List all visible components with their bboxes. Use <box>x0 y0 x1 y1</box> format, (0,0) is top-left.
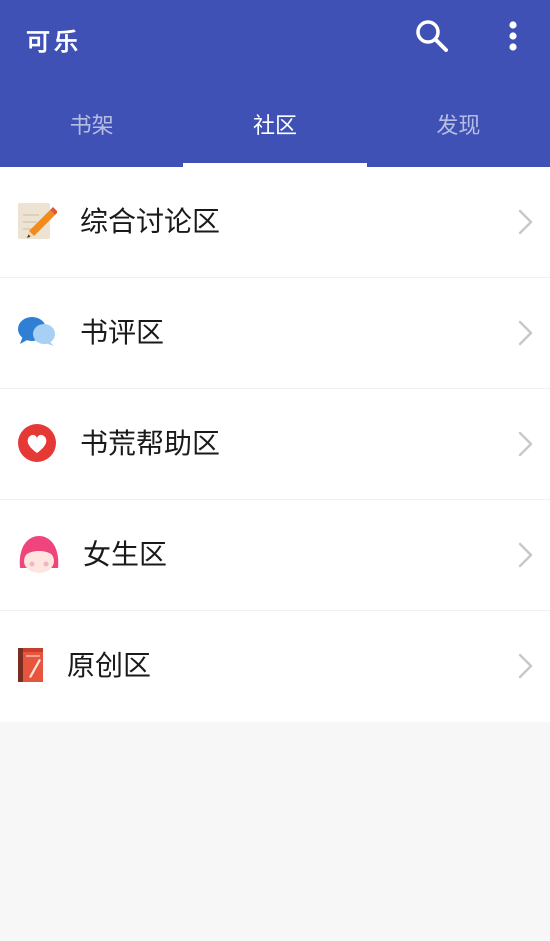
list-item-original-works[interactable]: 原创区 <box>0 611 550 722</box>
girl-face-icon <box>19 536 59 573</box>
tab-bar: 书架 社区 发现 <box>0 80 550 167</box>
more-vert-icon <box>509 21 517 51</box>
list-item-label: 女生区 <box>83 538 168 571</box>
tab-label: 发现 <box>436 113 481 139</box>
list-item-book-help[interactable]: 书荒帮助区 <box>0 389 550 500</box>
list-item-female-readers[interactable]: 女生区 <box>0 500 550 611</box>
chevron-right-icon <box>518 653 533 679</box>
list-item-label: 书荒帮助区 <box>80 427 221 460</box>
chevron-right-icon <box>518 542 533 568</box>
pencil-notepad-icon <box>18 203 57 239</box>
tab-label: 书架 <box>69 113 114 139</box>
app-bar: 可乐 书架 社区 发现 <box>0 0 550 167</box>
tab-label: 社区 <box>252 113 297 139</box>
list-item-book-reviews[interactable]: 书评区 <box>0 278 550 389</box>
list-item-general-discussion[interactable]: 综合讨论区 <box>0 167 550 278</box>
chevron-right-icon <box>518 320 533 346</box>
tab-community[interactable]: 社区 <box>183 80 367 167</box>
list-item-label: 原创区 <box>67 649 152 682</box>
list-item-label: 书评区 <box>80 316 165 349</box>
more-options-button[interactable] <box>497 16 529 56</box>
search-button[interactable] <box>412 16 452 56</box>
tab-bookshelf[interactable]: 书架 <box>0 80 183 167</box>
heart-icon <box>18 424 56 462</box>
chat-bubbles-icon <box>18 317 55 346</box>
chevron-right-icon <box>518 209 533 235</box>
chevron-right-icon <box>518 431 533 457</box>
search-icon <box>416 20 448 52</box>
book-icon <box>18 648 43 682</box>
app-title: 可乐 <box>26 27 82 56</box>
community-list: 综合讨论区 书评区 书荒帮助区 女生区 原创区 <box>0 167 550 722</box>
tab-discover[interactable]: 发现 <box>367 80 550 167</box>
list-item-label: 综合讨论区 <box>80 205 221 238</box>
